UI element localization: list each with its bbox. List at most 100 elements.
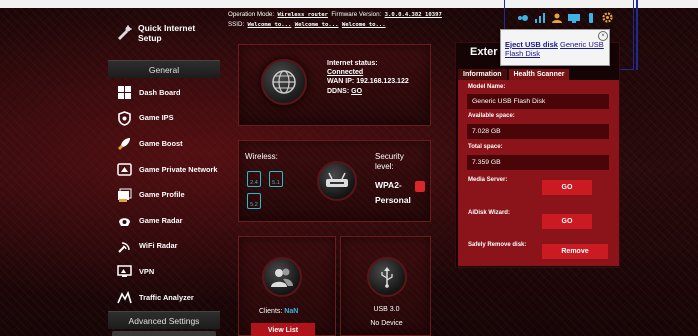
usb-panel[interactable]: USB 3.0 No Device [340,236,431,336]
firmware-key: Firmware Version: [331,11,382,18]
lock-icon [415,181,425,192]
internet-status-label: Internet status: [327,60,378,67]
sidebar-item-game-profile[interactable]: Game Profile [108,182,220,208]
devices-icon[interactable] [516,12,529,23]
clients-icon [262,257,302,297]
media-server-label: Media Server: [468,177,508,183]
wireless-label: Wireless: [245,152,278,161]
available-space-value: 7.028 GB [467,124,609,139]
shield-icon [117,111,132,126]
wizard-icon [116,25,132,41]
external-panel-title: Exter [470,46,498,58]
usb-icon[interactable] [584,12,597,23]
wireless-panel[interactable]: Wireless: 2.4 5.1 5.2 Security level: WP… [238,140,431,222]
internet-status-value[interactable]: Connected [327,68,409,77]
operation-mode-line: Operation Mode: Wireless router Firmware… [228,10,508,20]
ssid-link[interactable]: Welcome to... [248,22,292,28]
remove-disk-button[interactable]: Remove [542,244,608,259]
dashboard-icon [117,85,132,100]
sidebar-item-label: VPN [139,266,155,276]
sidebar-item-dashboard[interactable]: Dash Board [108,80,220,106]
wan-ip-label: WAN IP: [327,78,355,86]
sidebar-item-game-ips[interactable]: Game IPS [108,106,220,132]
tab-health-scanner[interactable]: Health Scanner [508,69,570,80]
firmware-link[interactable]: 3.0.0.4.382_10397 [385,12,442,18]
aidisk-go-button[interactable]: GO [542,214,592,229]
model-name-label: Model Name: [468,84,506,90]
ssid-link[interactable]: Welcome to... [295,22,339,28]
eject-usb-popup: × Eject USB disk Generic USB Flash Disk [500,29,610,66]
ssid-key: SSID: [228,21,245,28]
router-icon [317,161,357,201]
sidebar-item-vpn[interactable]: VPN [108,259,220,285]
wifi-band-badge: 5.1 [269,171,283,187]
sidebar-item-game-private-network[interactable]: Game Private Network [108,157,220,183]
clients-label: Clients: [259,308,283,315]
signal-icon[interactable] [533,12,546,23]
wifi-band-badge: 5.2 [247,193,261,209]
gear-icon[interactable] [601,12,614,23]
sidebar-item-wifi-radar[interactable]: WiFi Radar [108,234,220,260]
sidebar-item-label: Game Boost [139,138,183,148]
wan-ip-line: WAN IP: 192.168.123.122 [327,77,409,86]
header-icons [516,12,628,23]
aidisk-wizard-label: AiDisk Wizard: [468,210,510,216]
status-header: Operation Mode: Wireless router Firmware… [228,10,508,30]
ddns-line: DDNS: GO [327,87,409,96]
private-network-icon [117,162,132,177]
sidebar-item-label: Game IPS [139,113,174,123]
ssid-line: SSID: Welcome to... Welcome to... Welcom… [228,20,508,30]
total-space-label: Total space: [468,144,503,150]
model-name-value: Generic USB Flash Disk [467,94,609,109]
sidebar-menu: Dash Board Game IPS Game Boost Game Priv… [108,80,220,310]
sidebar-item-label: Game Radar [139,215,183,225]
wifi-band-badge: 2.4 [247,171,261,187]
advanced-menu-item[interactable] [112,331,216,336]
advanced-settings-header: Advanced Settings [108,311,220,329]
view-list-button[interactable]: View List [251,323,315,336]
users-icon[interactable] [550,12,563,23]
quick-setup-label: Quick Internet Setup [138,23,196,43]
wifi-radar-icon [117,239,132,254]
vpn-icon [117,264,132,279]
internet-status: Internet status: Connected WAN IP: 192.1… [327,59,409,96]
clients-count-value: NaN [284,308,299,315]
sidebar-item-label: Game Profile [139,190,185,200]
sidebar: Quick Internet Setup General Dash Board … [108,8,220,336]
security-level-label: Security level: [375,152,404,171]
wan-ip-value: 192.168.123.122 [356,78,409,86]
sidebar-item-label: Dash Board [139,87,181,97]
rocket-icon [117,136,132,151]
external-tabs: Information Health Scanner [458,69,570,80]
clients-panel[interactable]: Clients: NaN View List [238,236,336,336]
usb-status: No Device [370,320,403,327]
safely-remove-label: Safely Remove disk: [468,242,527,248]
sidebar-item-game-radar[interactable]: Game Radar [108,208,220,234]
ssid-link[interactable]: Welcome to... [342,22,386,28]
sidebar-item-label: Traffic Analyzer [139,292,194,302]
tab-information[interactable]: Information [458,69,507,80]
quick-internet-setup-button[interactable]: Quick Internet Setup [108,18,220,48]
eject-usb-link[interactable]: Eject USB disk [505,40,558,49]
sidebar-item-traffic-analyzer[interactable]: Traffic Analyzer [108,285,220,311]
sidebar-item-label: WiFi Radar [139,241,178,251]
ddns-label: DDNS: [327,87,350,95]
globe-icon [261,59,307,105]
usb-icon [367,257,407,297]
close-icon[interactable]: × [598,31,608,41]
available-space-label: Available space: [468,113,515,119]
total-space-value: 7.359 GB [467,155,609,170]
network-icon[interactable] [567,12,580,23]
radar-icon [117,213,132,228]
operation-mode-link[interactable]: Wireless router [277,12,328,18]
sidebar-item-game-boost[interactable]: Game Boost [108,131,220,157]
traffic-icon [117,290,132,305]
media-server-go-button[interactable]: GO [542,180,592,195]
ddns-go-link[interactable]: GO [351,88,362,95]
operation-mode-key: Operation Mode: [228,11,275,18]
clients-count: Clients: NaN [259,308,298,315]
usb-type: USB 3.0 [373,306,400,313]
profile-icon [117,188,132,203]
internet-panel[interactable]: Internet status: Connected WAN IP: 192.1… [238,44,431,126]
header-divider [636,0,638,70]
